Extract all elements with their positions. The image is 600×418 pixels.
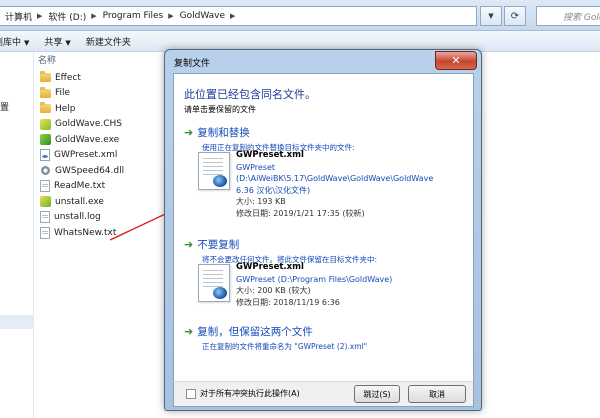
option-keep-both[interactable]: ➜ 复制，但保留这两个文件 正在复制的文件将重命名为 "GWPreset (2).… [184,324,469,352]
file-size: 大小: 193 KB [236,197,286,206]
checkbox-icon[interactable] [186,388,196,399]
file-modified: 修改日期: 2018/11/19 6:36 [236,297,340,307]
apply-to-all-checkbox[interactable]: 对于所有冲突执行此操作(A) [186,388,300,399]
option-title: 复制和替换 [197,127,250,139]
file-location: GWPreset [236,162,276,172]
green-arrow-icon: ➜ [184,126,194,139]
close-button[interactable]: ✕ [435,51,477,70]
option-dont-copy[interactable]: ➜ 不要复制 将不会更改任何文件。将此文件保留在目标文件夹中: [184,237,469,265]
option-title: 不要复制 [197,239,240,251]
option-description: 正在复制的文件将重命名为 "GWPreset (2).xml" [202,342,368,351]
file-location: GWPreset (D:\Program Files\GoldWave) [236,274,393,284]
skip-button[interactable]: 跳过(S) [354,385,400,403]
file-path-continued: 6.36 汉化\汉化文件) [236,185,311,195]
xml-document-icon [198,264,230,302]
dialog-footer: 对于所有冲突执行此操作(A) 跳过(S) 取消 [173,381,474,407]
close-icon: ✕ [451,54,461,67]
file-name: GWPreset.xml [236,150,304,160]
file-size: 大小: 200 KB (较大) [236,286,311,295]
copy-file-dialog: 复制文件 ✕ 此位置已经包含同名文件。 请单击要保留的文件 ➜ 复制和替换 使用正… [164,49,482,411]
conflict-headline: 此位置已经包含同名文件。 [184,88,316,101]
file-name: GWPreset.xml [236,262,304,272]
file-path: (D:\AiWeiBK\5.17\GoldWave\GoldWave\GoldW… [236,174,434,183]
dialog-title: 复制文件 [174,59,211,69]
green-arrow-icon: ➜ [184,325,194,338]
dialog-title-bar[interactable]: 复制文件 ✕ [165,50,481,72]
green-arrow-icon: ➜ [184,238,194,251]
xml-document-icon [198,152,230,190]
dialog-body: 此位置已经包含同名文件。 请单击要保留的文件 ➜ 复制和替换 使用正在复制的文件替… [173,73,474,383]
checkbox-label: 对于所有冲突执行此操作(A) [200,389,300,398]
conflict-instruction: 请单击要保留的文件 [184,105,256,114]
option-copy-and-replace[interactable]: ➜ 复制和替换 使用正在复制的文件替换目标文件夹中的文件: [184,125,469,153]
cancel-button[interactable]: 取消 [408,385,466,403]
file-modified: 修改日期: 2019/1/21 17:35 (较新) [236,208,365,218]
option-title: 复制，但保留这两个文件 [197,326,313,338]
